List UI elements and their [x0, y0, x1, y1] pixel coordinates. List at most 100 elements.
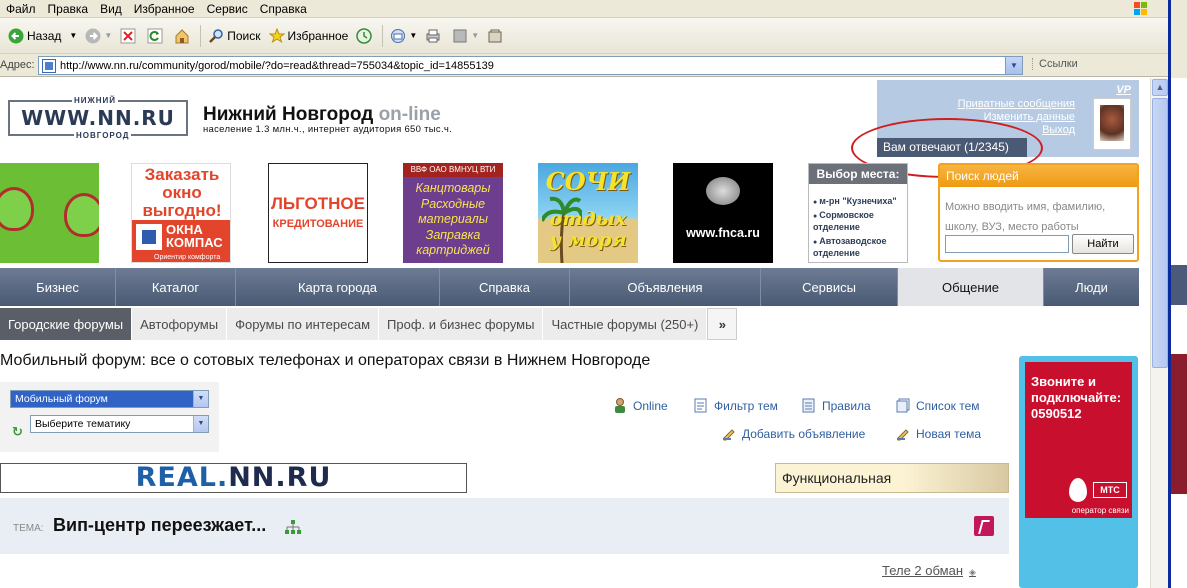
refresh-theme-icon[interactable]: ↻: [12, 424, 24, 439]
menu-edit[interactable]: Правка: [42, 1, 95, 17]
links-toolbar[interactable]: Ссылки: [1032, 58, 1078, 70]
edit-dropdown-icon[interactable]: ▼: [471, 31, 479, 40]
background-window-banner: [1171, 354, 1187, 494]
place-item[interactable]: Автозаводское отделение: [813, 236, 903, 258]
new-topic-link[interactable]: Новая тема: [896, 426, 981, 441]
history-button[interactable]: [352, 23, 379, 49]
menu-view[interactable]: Вид: [94, 1, 128, 17]
refresh-button[interactable]: [143, 23, 170, 49]
messenger-button[interactable]: [483, 23, 510, 49]
menu-favorites[interactable]: Избранное: [128, 1, 201, 17]
home-button[interactable]: [170, 23, 197, 49]
back-button[interactable]: Назад ▼: [4, 23, 81, 49]
private-messages-link[interactable]: Приватные сообщения: [958, 98, 1075, 110]
address-dropdown-icon[interactable]: ▼: [1005, 57, 1022, 74]
filter-topics-link[interactable]: Фильтр тем: [694, 398, 778, 413]
nav-people[interactable]: Люди: [1044, 268, 1139, 306]
people-search-input[interactable]: [945, 235, 1069, 253]
people-search-button[interactable]: Найти: [1072, 234, 1134, 254]
okna-brand: ОКНА КОМПАС: [166, 222, 223, 250]
menu-help[interactable]: Справка: [254, 1, 313, 17]
scroll-up-icon[interactable]: ▲: [1152, 79, 1168, 96]
place-item[interactable]: м-рн "Кузнечиха": [813, 196, 896, 208]
subnav-more-button[interactable]: »: [707, 308, 738, 340]
add-ad-link[interactable]: Добавить объявление: [722, 426, 865, 441]
online-label: on-line: [378, 104, 441, 125]
banner-vbf[interactable]: ВВФ ОАО ВМНУЦ ВТИ Канцтовары Расходные м…: [403, 163, 503, 263]
banner-credit[interactable]: ЛЬГОТНОЕ КРЕДИТОВАНИЕ: [268, 163, 368, 263]
next-arrow-icon: ◈: [969, 567, 976, 577]
tab-private-forums[interactable]: Частные форумы (250+): [543, 308, 708, 340]
banner-sochi[interactable]: СОЧИ отдых у моря: [538, 163, 638, 263]
mail-dropdown-icon[interactable]: ▼: [409, 31, 417, 40]
banner-fnca[interactable]: www.fnca.ru: [673, 163, 773, 263]
favorites-button[interactable]: Избранное: [265, 23, 353, 49]
next-topic-link[interactable]: Теле 2 обман ◈: [882, 563, 976, 578]
tab-prof-business-forums[interactable]: Проф. и бизнес форумы: [379, 308, 544, 340]
toolbar-separator: [382, 24, 384, 47]
rules-link[interactable]: Правила: [802, 398, 871, 413]
banner-place-choice[interactable]: Выбор места: м-рн "Кузнечиха" Сормовское…: [808, 163, 908, 263]
place-item[interactable]: Сормовское отделение: [813, 210, 903, 232]
edit-profile-link[interactable]: Изменить данные: [984, 111, 1075, 123]
background-window-chrome: [1171, 0, 1187, 78]
real-nn-banner[interactable]: REAL.NN.RU: [0, 463, 467, 493]
mail-icon: [391, 28, 406, 43]
page-scrollbar[interactable]: ▲: [1150, 78, 1168, 588]
banner-green-shape: [0, 187, 34, 231]
user-avatar[interactable]: [1093, 98, 1131, 150]
mts-logo: МТС: [1093, 482, 1127, 498]
topic-flag-icon[interactable]: [974, 516, 994, 536]
forward-dropdown-icon[interactable]: ▼: [104, 31, 112, 40]
mts-banner[interactable]: Звоните и подключайте: 0590512 МТС опера…: [1019, 356, 1138, 588]
web-page: НИЖНИЙ WWW.NN.RU НОВГОРОД Нижний Новгоро…: [0, 78, 1150, 588]
page-favicon-icon: [42, 58, 56, 73]
site-logo[interactable]: НИЖНИЙ WWW.NN.RU НОВГОРОД: [8, 96, 188, 140]
topic-list-link[interactable]: Список тем: [896, 398, 980, 413]
vp-link[interactable]: VP: [1116, 84, 1131, 96]
topic-header: ТЕМА: Вип-центр переезжает...: [0, 498, 1009, 554]
banner-green[interactable]: [0, 163, 99, 263]
menu-tools[interactable]: Сервис: [201, 1, 254, 17]
forum-select[interactable]: Мобильный форум ▼: [10, 390, 209, 408]
forum-title: Мобильный форум: все о сотовых телефонах…: [0, 352, 651, 369]
forward-button[interactable]: ▼: [81, 23, 116, 49]
functional-banner-text: Функциональная: [782, 470, 892, 486]
online-link[interactable]: Online: [613, 398, 668, 413]
logo-main-text: WWW.NN.RU: [21, 106, 175, 130]
banner-okna-kompas[interactable]: Заказать окно выгодно! ОКНА КОМПАС Ориент…: [131, 163, 231, 263]
theme-select[interactable]: Выберите тематику ▼: [30, 415, 209, 433]
nav-city-map[interactable]: Карта города: [236, 268, 440, 306]
chevron-down-icon: ▼: [193, 416, 208, 432]
mail-button[interactable]: ▼: [386, 23, 421, 49]
city-name: Нижний Новгород: [203, 104, 374, 125]
address-label: Адрес:: [0, 59, 35, 71]
nav-ads[interactable]: Объявления: [570, 268, 761, 306]
nav-catalog[interactable]: Каталог: [116, 268, 236, 306]
tab-auto-forums[interactable]: Автофорумы: [132, 308, 228, 340]
search-button[interactable]: Поиск: [204, 23, 264, 49]
edit-button[interactable]: ▼: [448, 23, 483, 49]
address-input[interactable]: http://www.nn.ru/community/gorod/mobile/…: [38, 56, 1023, 75]
topic-label: ТЕМА:: [13, 523, 44, 534]
stop-button[interactable]: [116, 23, 143, 49]
print-button[interactable]: [421, 23, 448, 49]
nav-reference[interactable]: Справка: [440, 268, 570, 306]
kompas-logo-icon: [136, 224, 162, 250]
tab-city-forums[interactable]: Городские форумы: [0, 308, 133, 340]
tab-interest-forums[interactable]: Форумы по интересам: [227, 308, 380, 340]
back-dropdown-icon[interactable]: ▼: [69, 31, 77, 40]
nav-services[interactable]: Сервисы: [761, 268, 898, 306]
scrollbar-thumb[interactable]: [1152, 98, 1168, 368]
logout-link[interactable]: Выход: [1042, 124, 1075, 136]
tree-view-icon[interactable]: [285, 520, 301, 534]
nav-communication[interactable]: Общение: [898, 268, 1044, 306]
banner-green-shape: [64, 193, 99, 237]
star-icon: [268, 27, 285, 43]
back-arrow-icon: [8, 28, 24, 43]
nav-business[interactable]: Бизнес: [0, 268, 116, 306]
topic-title: Вип-центр переезжает...: [53, 515, 267, 535]
menu-file[interactable]: Файл: [0, 1, 42, 17]
functional-banner[interactable]: Функциональная: [775, 463, 1009, 493]
printer-icon: [426, 29, 440, 42]
